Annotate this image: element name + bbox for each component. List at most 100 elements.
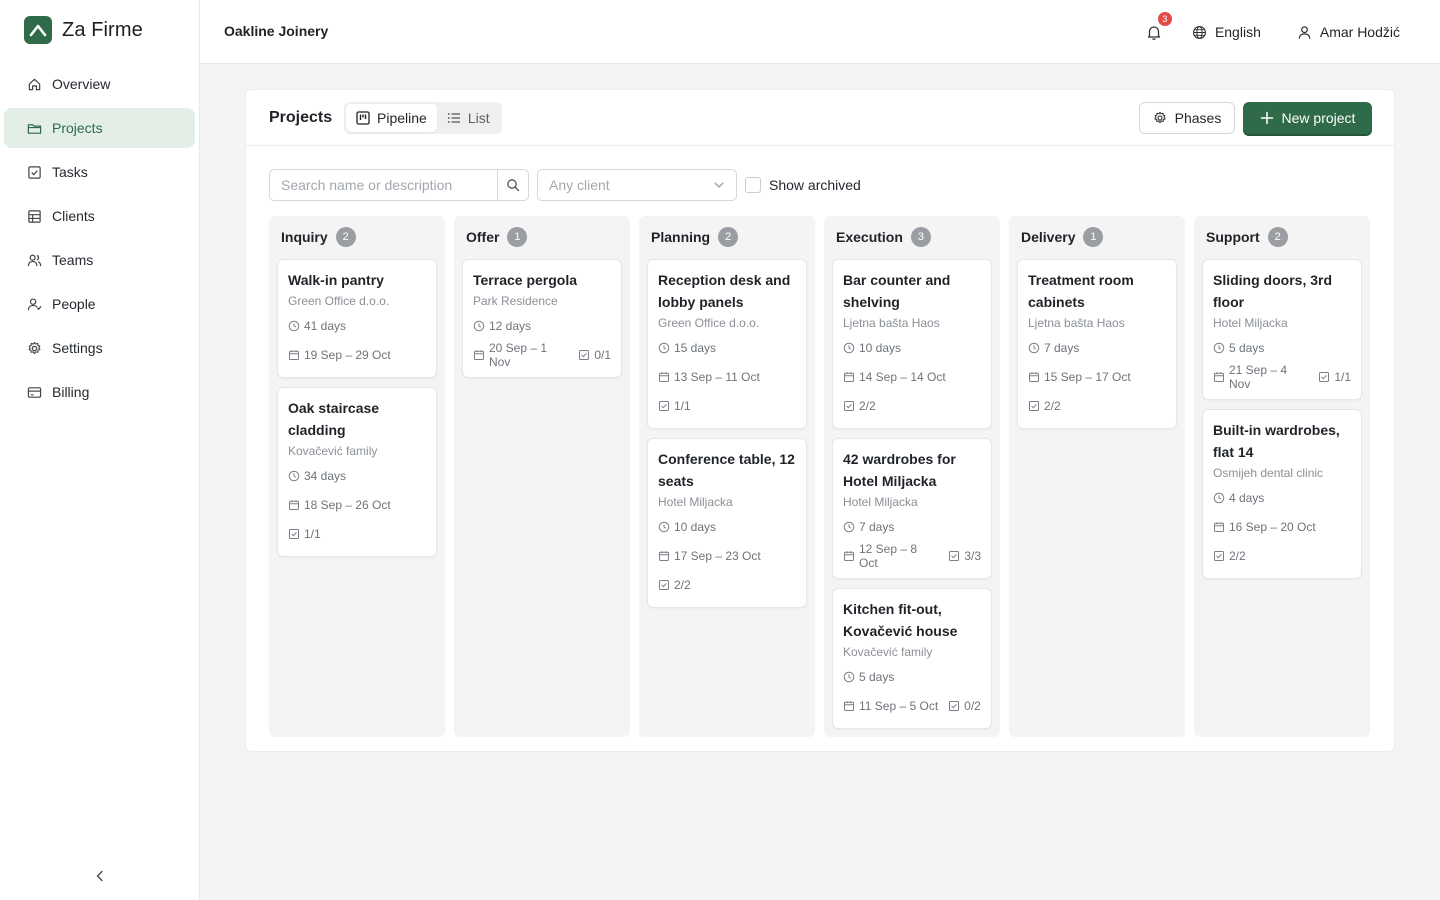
project-title: Bar counter and shelving (843, 272, 951, 310)
new-project-button[interactable]: New project (1243, 102, 1372, 134)
sidebar-item-tasks[interactable]: Tasks (4, 152, 195, 192)
sidebar: Za Firme Overview Projects Tasks Clients (0, 0, 200, 900)
project-card[interactable]: Oak staircase cladding Kovačević family 34… (277, 387, 437, 557)
project-title: Sliding doors, 3rd floor (1213, 272, 1333, 310)
project-client: Green Office d.o.o. (288, 294, 390, 308)
duration-text: 7 days (859, 519, 895, 534)
tasks-text: 1/1 (1334, 369, 1351, 384)
duration-text: 7 days (1044, 340, 1080, 355)
main-nav: Overview Projects Tasks Clients Teams Pe… (4, 64, 195, 416)
project-client: Hotel Miljacka (658, 495, 733, 509)
client-filter-value: Any client (549, 177, 610, 193)
sidebar-item-projects[interactable]: Projects (4, 108, 195, 148)
dates-text: 13 Sep – 11 Oct (674, 369, 760, 384)
column-title: Delivery (1021, 229, 1076, 245)
column-count-badge: 2 (1267, 227, 1288, 247)
organization-name[interactable]: Oakline Joinery (224, 23, 328, 39)
column-header: Execution 3 (832, 224, 992, 250)
list-icon (447, 111, 461, 125)
sidebar-item-label: Teams (52, 252, 94, 268)
project-duration: 4 days (1213, 483, 1351, 512)
project-card[interactable]: Conference table, 12 seats Hotel Miljacka… (647, 438, 807, 608)
project-card[interactable]: Reception desk and lobby panels Green Off… (647, 259, 807, 429)
pipeline-column-support: Support 2 Sliding doors, 3rd floor Hotel Mi… (1194, 216, 1370, 737)
calendar-icon (1213, 521, 1225, 533)
project-dates-row: 21 Sep – 4 Nov 1/1 (1213, 362, 1351, 391)
user-menu[interactable]: Amar Hodžić (1297, 24, 1400, 40)
checkbox-icon (1028, 400, 1040, 412)
clock-icon (473, 320, 485, 332)
project-duration: 10 days (658, 512, 796, 541)
project-dates: 19 Sep – 29 Oct (288, 340, 426, 369)
show-archived-toggle[interactable]: Show archived (745, 177, 861, 193)
search-button[interactable] (497, 170, 528, 200)
column-count-badge: 2 (718, 227, 739, 247)
project-title: Terrace pergola (473, 272, 578, 288)
dates-text: 18 Sep – 26 Oct (304, 497, 391, 512)
column-header: Support 2 (1202, 224, 1362, 250)
project-card[interactable]: Built-in wardrobes, flat 14 Osmijeh denta… (1202, 409, 1362, 579)
notifications-button[interactable]: 3 (1142, 12, 1172, 44)
language-selector[interactable]: English (1192, 24, 1261, 40)
project-title: Built-in wardrobes, flat 14 (1213, 422, 1340, 460)
project-dates-row: 11 Sep – 5 Oct 0/2 (843, 691, 981, 720)
sidebar-item-settings[interactable]: Settings (4, 328, 195, 368)
calendar-icon (843, 550, 855, 562)
globe-icon (1192, 25, 1207, 40)
building-icon (26, 208, 42, 224)
people-icon (26, 296, 42, 312)
project-card[interactable]: 42 wardrobes for Hotel Miljacka Hotel Mil… (832, 438, 992, 579)
sidebar-item-label: Overview (52, 76, 111, 92)
project-dates: 11 Sep – 5 Oct (843, 691, 938, 720)
sidebar-item-label: People (52, 296, 96, 312)
project-card[interactable]: Kitchen fit-out, Kovačević house Kovačevi… (832, 588, 992, 729)
project-card[interactable]: Terrace pergola Park Residence 12 days 20 S… (462, 259, 622, 378)
project-dates: 12 Sep – 8 Oct (843, 541, 938, 570)
project-card[interactable]: Sliding doors, 3rd floor Hotel Miljacka 5 … (1202, 259, 1362, 400)
dates-text: 15 Sep – 17 Oct (1044, 369, 1131, 384)
checkbox-icon (843, 400, 855, 412)
tasks-text: 1/1 (304, 526, 321, 541)
dates-text: 11 Sep – 5 Oct (859, 698, 939, 713)
dates-text: 20 Sep – 1 Nov (489, 340, 548, 369)
project-client: Hotel Miljacka (843, 495, 918, 509)
sidebar-item-people[interactable]: People (4, 284, 195, 324)
sidebar-item-label: Billing (52, 384, 90, 400)
project-card[interactable]: Walk-in pantry Green Office d.o.o. 41 days… (277, 259, 437, 378)
search-input[interactable] (270, 170, 497, 200)
project-dates: 13 Sep – 11 Oct (658, 362, 796, 391)
sidebar-item-billing[interactable]: Billing (4, 372, 195, 412)
calendar-icon (843, 371, 855, 383)
page-title: Projects (269, 109, 333, 126)
project-duration: 41 days (288, 311, 426, 340)
calendar-icon (288, 499, 300, 511)
project-dates: 16 Sep – 20 Oct (1213, 512, 1351, 541)
column-title: Offer (466, 229, 500, 245)
dates-text: 14 Sep – 14 Oct (859, 369, 946, 384)
view-list-label: List (467, 110, 490, 126)
pipeline-column-inquiry: Inquiry 2 Walk-in pantry Green Office d.o.o… (269, 216, 445, 737)
clock-icon (288, 320, 300, 332)
brand[interactable]: Za Firme (24, 16, 143, 44)
client-filter-select[interactable]: Any client (537, 169, 737, 201)
sidebar-item-teams[interactable]: Teams (4, 240, 195, 280)
brand-name: Za Firme (62, 18, 143, 41)
phases-button[interactable]: Phases (1139, 102, 1235, 134)
show-archived-checkbox[interactable] (745, 177, 761, 193)
checkbox-icon (288, 528, 300, 540)
sidebar-item-overview[interactable]: Overview (4, 64, 195, 104)
collapse-sidebar-button[interactable] (88, 864, 112, 888)
column-title: Planning (651, 229, 711, 245)
language-label: English (1214, 24, 1261, 40)
sidebar-item-clients[interactable]: Clients (4, 196, 195, 236)
project-tasks: 1/1 (658, 391, 796, 420)
project-card[interactable]: Bar counter and shelving Ljetna bašta Hao… (832, 259, 992, 429)
pipeline-board: Inquiry 2 Walk-in pantry Green Office d.o.o… (269, 216, 1370, 737)
clock-icon (843, 521, 855, 533)
calendar-icon (288, 349, 300, 361)
view-pipeline-button[interactable]: Pipeline (346, 104, 437, 132)
project-card[interactable]: Treatment room cabinets Ljetna bašta Haos… (1017, 259, 1177, 429)
project-client: Kovačević family (288, 444, 378, 458)
view-list-button[interactable]: List (437, 104, 500, 132)
project-client: Park Residence (473, 294, 558, 308)
